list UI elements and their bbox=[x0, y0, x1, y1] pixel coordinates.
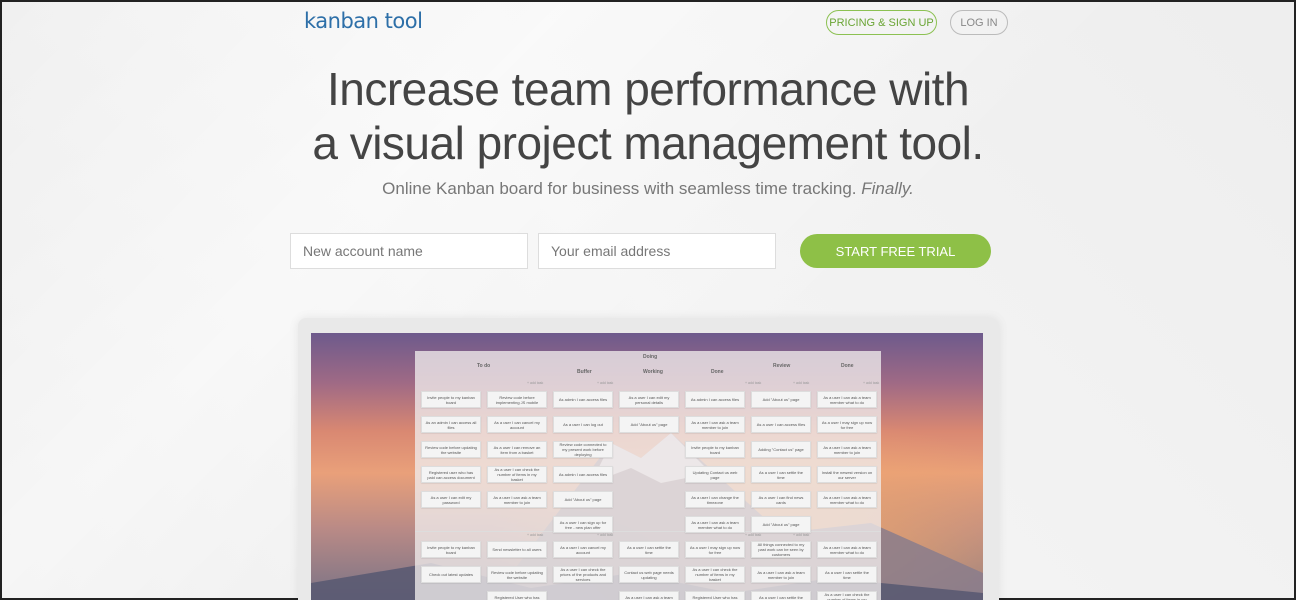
board-card[interactable]: As a user I can log out bbox=[553, 416, 613, 433]
kanban-board-preview: To do Doing Buffer Working Done Review Done + a… bbox=[415, 351, 881, 600]
pricing-signup-button[interactable]: PRICING & SIGN UP bbox=[826, 10, 937, 35]
board-card[interactable]: Registered User who has paid can access … bbox=[487, 591, 547, 600]
add-task-link[interactable]: + add task bbox=[597, 381, 613, 385]
board-card[interactable]: As a user I can access files bbox=[751, 416, 811, 433]
board-card[interactable]: As a user I can ask a team member to joi… bbox=[751, 566, 811, 583]
board-card[interactable]: As admin I can access files bbox=[685, 391, 745, 408]
board-card[interactable]: As a user I can check the number of item… bbox=[817, 591, 877, 600]
account-name-input[interactable] bbox=[290, 233, 528, 269]
board-card[interactable]: Review code before updating the website bbox=[487, 566, 547, 583]
board-card[interactable]: As a user I can ask a team member what t… bbox=[619, 591, 679, 600]
hero-title-line1: Increase team performance with bbox=[326, 63, 970, 115]
board-card[interactable]: Add "About us" page bbox=[751, 391, 811, 408]
swimlane-divider bbox=[415, 531, 881, 532]
board-card[interactable]: As a user I can check the number of item… bbox=[487, 466, 547, 483]
board-card[interactable]: As a user I can check the number of item… bbox=[685, 566, 745, 583]
board-column-title: Review bbox=[773, 363, 791, 369]
login-button[interactable]: LOG IN bbox=[950, 10, 1008, 35]
email-input[interactable] bbox=[538, 233, 776, 269]
board-card[interactable]: Invite people to my kanban board bbox=[421, 391, 481, 408]
board-card[interactable]: As a user I can remove an item from a ba… bbox=[487, 441, 547, 458]
board-card[interactable]: Contact us web page needs updating bbox=[619, 566, 679, 583]
board-card[interactable]: Add "About us" page bbox=[553, 491, 613, 508]
board-card[interactable]: As a user I may sign up now for free bbox=[817, 416, 877, 433]
board-card[interactable]: As a user I can settle the time bbox=[817, 566, 877, 583]
board-card[interactable]: Registered User who has paid bbox=[685, 591, 745, 600]
board-card[interactable]: Review code connected to my present work… bbox=[553, 441, 613, 458]
board-column-title: Done bbox=[841, 363, 854, 369]
board-card[interactable]: As a user I can edit my password bbox=[421, 491, 481, 508]
board-column-title: Working bbox=[643, 369, 663, 375]
board-card[interactable]: As a user I can ask a team member to joi… bbox=[685, 416, 745, 433]
add-task-link[interactable]: + add task bbox=[793, 381, 809, 385]
board-card[interactable]: As a user I can edit my personal details bbox=[619, 391, 679, 408]
board-card[interactable]: As a user I can ask a team member to joi… bbox=[817, 441, 877, 458]
board-card[interactable]: As a user I can cancel my account bbox=[487, 416, 547, 433]
board-card[interactable]: As an admin I can access all files bbox=[421, 416, 481, 433]
board-card[interactable]: As a user I can ask a team member what t… bbox=[685, 516, 745, 533]
board-card[interactable]: Invite people to my kanban board bbox=[685, 441, 745, 458]
hero-subtitle-text: Online Kanban board for business with se… bbox=[382, 179, 857, 198]
board-card[interactable]: As a user I can change the timezone bbox=[685, 491, 745, 508]
board-card[interactable]: Updating Contact us web page bbox=[685, 466, 745, 483]
board-card[interactable]: As a user I can find news cards bbox=[751, 491, 811, 508]
board-card[interactable]: Check out latest updates bbox=[421, 566, 481, 583]
board-card[interactable]: Adding "Contact us" page bbox=[751, 441, 811, 458]
board-card[interactable]: As admin I can access files bbox=[553, 466, 613, 483]
board-card[interactable]: As a user I can settle the time bbox=[751, 466, 811, 483]
board-card[interactable]: As admin I can access files bbox=[553, 391, 613, 408]
hero-subtitle-emphasis: Finally. bbox=[861, 179, 914, 198]
preview-screen: To do Doing Buffer Working Done Review Done + a… bbox=[311, 333, 983, 600]
add-task-link[interactable]: + add task bbox=[793, 533, 809, 537]
device-preview: To do Doing Buffer Working Done Review Done + a… bbox=[298, 318, 999, 600]
board-card[interactable]: Install the newest version on our server bbox=[817, 466, 877, 483]
board-card[interactable]: Invite people to my kanban board bbox=[421, 541, 481, 558]
add-task-link[interactable]: + add task bbox=[863, 381, 879, 385]
add-task-link[interactable]: + add task bbox=[527, 533, 543, 537]
add-task-link[interactable]: + add task bbox=[745, 381, 761, 385]
hero-subtitle: Online Kanban board for business with se… bbox=[2, 179, 1294, 199]
board-column-title: Doing bbox=[643, 354, 658, 360]
board-card[interactable]: As a user I can ask a team member to joi… bbox=[487, 491, 547, 508]
add-task-link[interactable]: + add task bbox=[745, 533, 761, 537]
board-card[interactable]: As a user I can ask a team member what t… bbox=[817, 491, 877, 508]
board-column-title: To do bbox=[477, 363, 491, 369]
board-card[interactable]: All things connected to my past work can… bbox=[751, 541, 811, 558]
board-column-title: Buffer bbox=[577, 369, 592, 375]
add-task-link[interactable]: + add task bbox=[527, 381, 543, 385]
board-card[interactable]: Add "About us" page bbox=[619, 416, 679, 433]
board-card[interactable]: Add "About us" page bbox=[751, 516, 811, 533]
board-card[interactable]: As a user I can sign up for free - new p… bbox=[553, 516, 613, 533]
board-card[interactable]: Registered user who has paid can access … bbox=[421, 466, 481, 483]
hero-title: Increase team performance with a visual … bbox=[2, 62, 1294, 170]
board-card[interactable]: As a user I can settle the time bbox=[751, 591, 811, 600]
board-card[interactable]: As a user I may sign up now for free bbox=[685, 541, 745, 558]
board-card[interactable]: Review code before implementing JS mobil… bbox=[487, 391, 547, 408]
board-card[interactable]: Send newsletter to all users bbox=[487, 541, 547, 558]
add-task-link[interactable]: + add task bbox=[597, 533, 613, 537]
top-navigation: kanban tool PRICING & SIGN UP LOG IN bbox=[2, 2, 1294, 42]
board-card[interactable]: As a user I can settle the time bbox=[619, 541, 679, 558]
board-card[interactable]: As a user I can ask a team member what t… bbox=[817, 391, 877, 408]
board-card[interactable]: Review code before updating the website bbox=[421, 441, 481, 458]
board-card[interactable]: As a user I can ask a team member what t… bbox=[817, 541, 877, 558]
board-column-title: Done bbox=[711, 369, 724, 375]
logo[interactable]: kanban tool bbox=[304, 9, 423, 33]
hero-title-line2: a visual project management tool. bbox=[312, 117, 984, 169]
board-card[interactable]: As a user I can check the prices of the … bbox=[553, 566, 613, 583]
start-free-trial-button[interactable]: START FREE TRIAL bbox=[800, 234, 991, 268]
board-card[interactable]: As a user I can cancel my account bbox=[553, 541, 613, 558]
